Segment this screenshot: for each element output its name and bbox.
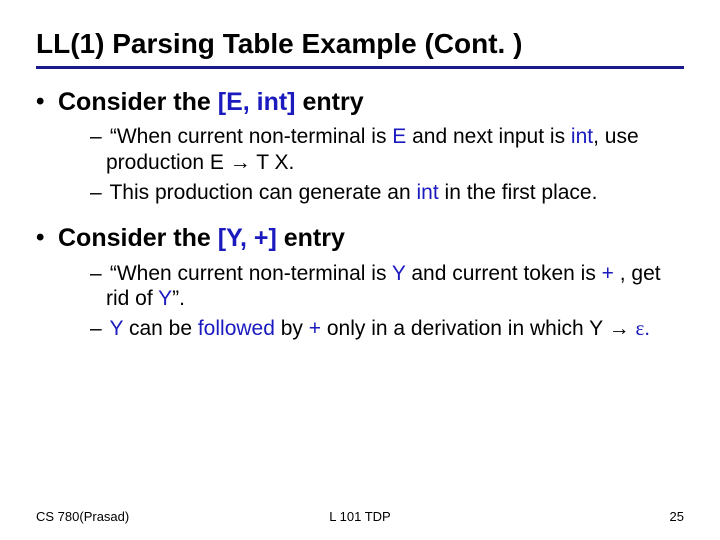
b2s2-b: can be <box>123 317 198 340</box>
b1s1-a: “When current non-terminal is <box>110 125 392 148</box>
bullet-1-sub-1: – “When current non-terminal is E and ne… <box>36 124 684 175</box>
bullet-2: Consider the [Y, +] entry <box>36 223 684 254</box>
footer-center: L 101 TDP <box>329 509 390 524</box>
b1s1-b: E <box>392 125 406 148</box>
arrow-icon: → <box>609 316 630 340</box>
b2s1-b: Y <box>392 262 406 285</box>
bullet-1-entry: [E, int] <box>218 88 296 116</box>
b1s2-b: int <box>417 181 439 204</box>
bullet-1: Consider the [E, int] entry <box>36 87 684 118</box>
bullet-2-entry: [Y, +] <box>218 224 277 252</box>
b2s2-a: Y <box>109 317 123 340</box>
b2s2-f: only in a derivation in which Y <box>321 317 609 340</box>
epsilon-icon: ε <box>635 316 644 340</box>
slide: LL(1) Parsing Table Example (Cont. ) Con… <box>0 0 720 540</box>
arrow-icon: → <box>230 150 251 174</box>
dash-icon: – <box>90 261 104 287</box>
footer: CS 780(Prasad) L 101 TDP 25 <box>36 509 684 524</box>
b1s2-c: in the first place. <box>439 181 598 204</box>
b2s2-d: by <box>275 317 309 340</box>
title-rule <box>36 66 684 69</box>
b2s2-c: followed <box>198 317 275 340</box>
dash-icon: – <box>90 180 104 206</box>
b2s1-a: “When current non-terminal is <box>110 262 392 285</box>
bullet-1-suffix: entry <box>296 88 364 116</box>
slide-title: LL(1) Parsing Table Example (Cont. ) <box>36 28 684 60</box>
b1s1-d: int <box>571 125 593 148</box>
b2s1-f: Y <box>158 287 172 310</box>
b2s1-c: and current token is <box>406 262 602 285</box>
b2s2-h: . <box>644 317 650 340</box>
b1s2-a: This production can generate an <box>109 181 416 204</box>
footer-left: CS 780(Prasad) <box>36 509 129 524</box>
bullet-2-sub-2: – Y can be followed by + only in a deriv… <box>36 316 684 342</box>
bullet-2-suffix: entry <box>277 224 345 252</box>
b1s1-f: T X. <box>251 151 295 174</box>
dash-icon: – <box>90 316 104 342</box>
footer-page-number: 25 <box>670 509 684 524</box>
dash-icon: – <box>90 124 104 150</box>
bullet-1-sub-2: – This production can generate an int in… <box>36 180 684 206</box>
b2s2-e: + <box>309 317 321 340</box>
bullet-2-sub-1: – “When current non-terminal is Y and cu… <box>36 261 684 312</box>
b2s1-d: + <box>602 262 614 285</box>
b2s1-g: ”. <box>172 287 185 310</box>
b1s1-c: and next input is <box>406 125 571 148</box>
bullet-2-prefix: Consider the <box>58 224 218 252</box>
bullet-1-prefix: Consider the <box>58 88 218 116</box>
